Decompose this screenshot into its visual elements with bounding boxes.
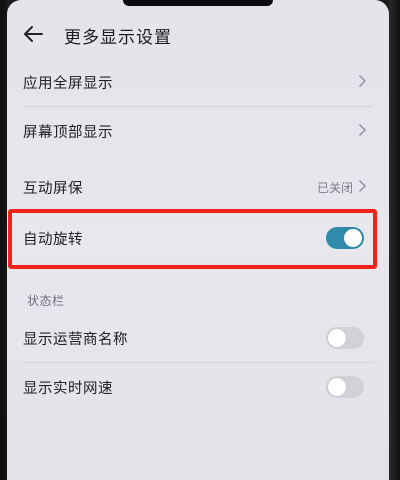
phone-frame: 更多显示设置 应用全屏显示 屏幕顶部显示 互动屏保 已关闭 自动旋转 状态栏 显… — [0, 0, 400, 480]
top-display-row[interactable]: 屏幕顶部显示 — [7, 107, 389, 155]
toggle-knob — [328, 378, 346, 396]
chevron-right-icon — [359, 180, 367, 192]
full-screen-display-label: 应用全屏显示 — [23, 76, 113, 92]
interactive-screensaver-label: 互动屏保 — [23, 181, 83, 197]
chevron-right-icon — [359, 75, 367, 87]
page-title: 更多显示设置 — [64, 28, 172, 48]
carrier-name-toggle[interactable] — [326, 327, 364, 349]
toggle-knob — [328, 329, 346, 347]
carrier-name-label: 显示运营商名称 — [23, 332, 128, 348]
highlight-annotation — [8, 209, 377, 269]
top-app-bar: 更多显示设置 — [7, 14, 389, 54]
settings-screen: 更多显示设置 应用全屏显示 屏幕顶部显示 互动屏保 已关闭 自动旋转 状态栏 显… — [7, 0, 389, 480]
network-speed-label: 显示实时网速 — [23, 381, 113, 397]
chevron-right-icon — [359, 124, 367, 136]
notch — [123, 0, 273, 6]
network-speed-toggle[interactable] — [326, 376, 364, 398]
interactive-screensaver-row[interactable]: 互动屏保 已关闭 — [7, 163, 389, 211]
full-screen-display-row[interactable]: 应用全屏显示 — [7, 58, 389, 106]
back-arrow-icon[interactable] — [22, 24, 44, 44]
phone-frame-edge — [389, 0, 400, 480]
carrier-name-row[interactable]: 显示运营商名称 — [7, 314, 389, 362]
network-speed-row[interactable]: 显示实时网速 — [7, 363, 389, 411]
status-bar-section-title: 状态栏 — [27, 294, 65, 308]
top-display-label: 屏幕顶部显示 — [23, 125, 113, 141]
screensaver-status: 已关闭 — [316, 181, 353, 195]
